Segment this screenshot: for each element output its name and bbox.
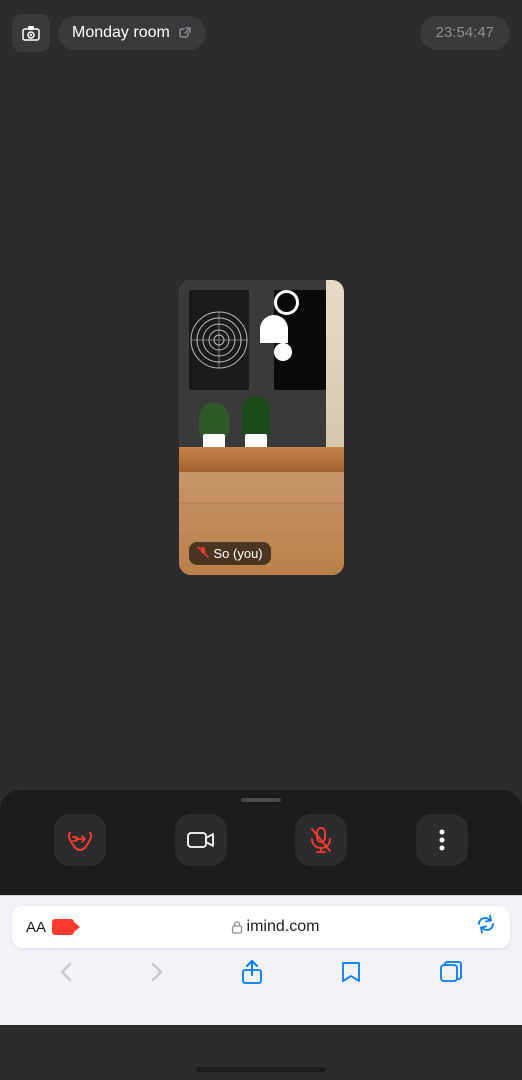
mic-toggle-button[interactable]: [295, 814, 347, 866]
header-bar: Monday room 23:54:47: [0, 0, 522, 65]
reader-mode-button[interactable]: AA: [26, 919, 46, 936]
room-scene: [179, 280, 344, 575]
more-options-button[interactable]: [416, 814, 468, 866]
mic-muted-button-icon: [310, 827, 332, 853]
url-domain-area: imind.com: [82, 918, 468, 936]
url-bar-left: AA: [26, 919, 74, 936]
curtain: [326, 280, 344, 472]
home-indicator: [196, 1067, 326, 1072]
art-panel-right: [274, 290, 334, 390]
art-shape-semicircle: [260, 315, 288, 343]
controls-bar: [0, 790, 522, 895]
camera-toggle-button[interactable]: [175, 814, 227, 866]
floor-line-1: [179, 503, 344, 504]
participant-name-badge: So (you): [189, 542, 271, 565]
forward-button[interactable]: [141, 958, 173, 992]
header-left: Monday room: [12, 14, 206, 52]
lock-icon: [231, 920, 243, 934]
back-button[interactable]: [50, 958, 82, 992]
controls-row: [0, 814, 522, 866]
link-icon: [178, 26, 192, 40]
plant-right: [239, 397, 274, 452]
art-shape-circle: [274, 290, 299, 315]
art-panel-left: [189, 290, 249, 390]
wooden-shelf: [179, 447, 344, 472]
camera-toggle-icon: [187, 830, 215, 850]
video-recording-icon: [52, 919, 74, 935]
spiral-art: [189, 290, 249, 390]
video-tile: So (you): [179, 280, 344, 575]
room-name-text: Monday room: [72, 24, 170, 42]
leave-icon: [67, 829, 93, 851]
bookmarks-button[interactable]: [331, 956, 371, 994]
mic-muted-icon: [197, 546, 209, 561]
refresh-button[interactable]: [476, 914, 496, 940]
camera-switch-button[interactable]: [12, 14, 50, 52]
plant-leaves-left: [199, 402, 229, 438]
main-video-area: So (you): [0, 65, 522, 790]
share-button[interactable]: [232, 956, 272, 994]
timer-text: 23:54:47: [436, 24, 494, 41]
floor-line-2: [179, 534, 344, 535]
drag-handle[interactable]: [241, 798, 281, 802]
more-options-icon: [439, 828, 445, 852]
leave-button[interactable]: [54, 814, 106, 866]
room-name-pill[interactable]: Monday room: [58, 16, 206, 50]
safari-navigation: [0, 948, 522, 1002]
plant-leaves-right: [242, 396, 270, 438]
domain-text: imind.com: [247, 918, 320, 936]
timer-pill: 23:54:47: [420, 16, 510, 50]
art-shape-dot: [274, 343, 292, 361]
tabs-button[interactable]: [430, 957, 472, 993]
participant-name-text: So (you): [214, 546, 263, 561]
plant-left: [197, 402, 232, 452]
url-bar[interactable]: AA imind.com: [12, 906, 510, 948]
safari-browser-bar: AA imind.com: [0, 895, 522, 1025]
